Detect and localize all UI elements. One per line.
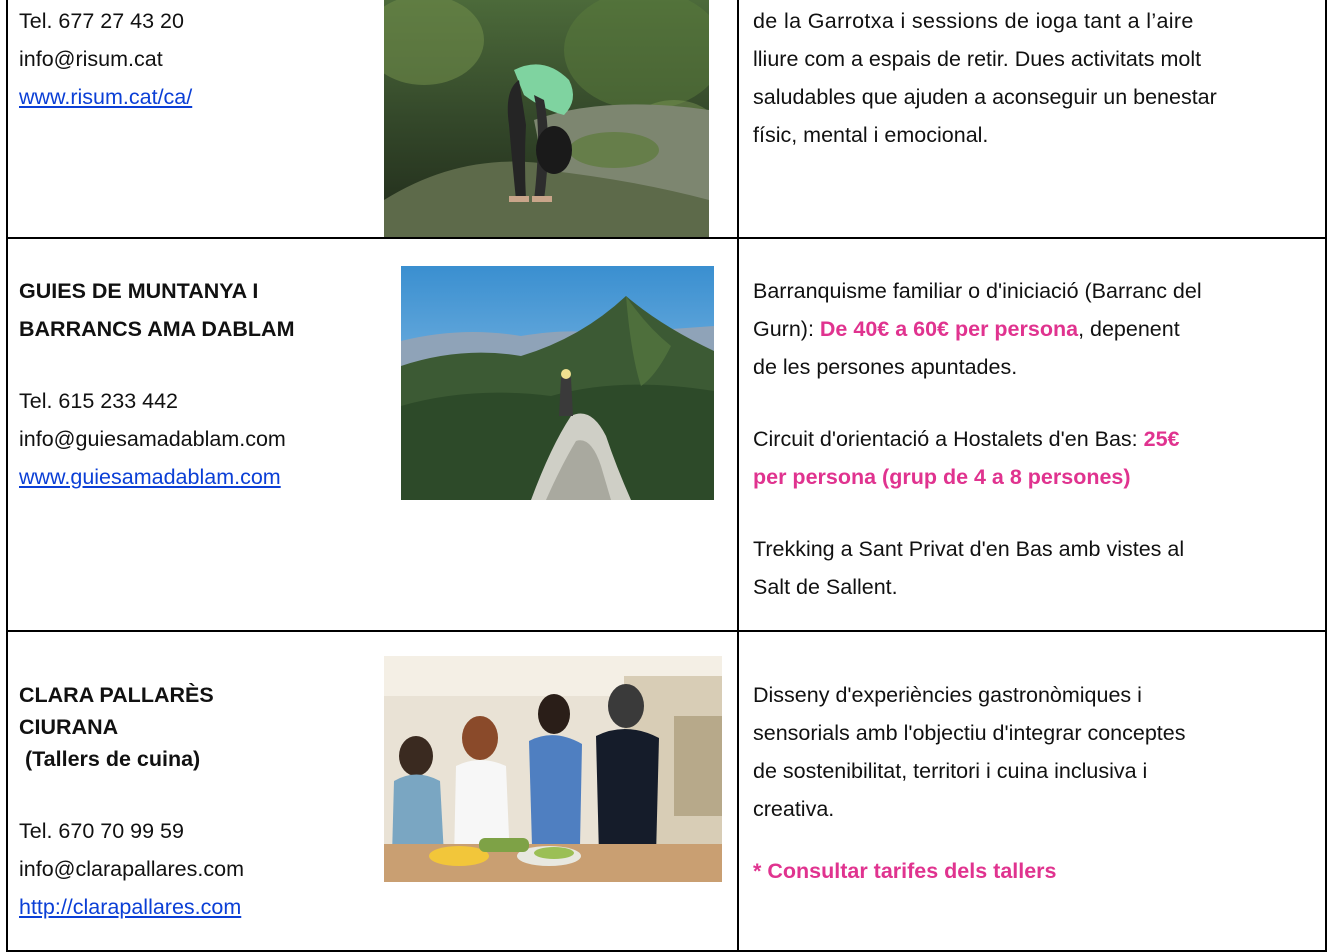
description-line: de sostenibilitat, territori i cuina inc… [753, 759, 1148, 783]
phone-text: Tel. 677 27 43 20 [19, 9, 184, 33]
table-border-right [1325, 0, 1327, 952]
row-divider-1 [6, 237, 1327, 239]
company-name-line: GUIES DE MUNTANYA I [19, 279, 259, 303]
email-text: info@clarapallares.com [19, 857, 244, 881]
email-text: info@guiesamadablam.com [19, 427, 286, 451]
offer-text: , depenent [1078, 317, 1180, 341]
company-name-line: CIURANA [19, 715, 119, 739]
table-border-left [6, 0, 8, 952]
offer-canyoning-line: de les persones apuntades. [753, 355, 1018, 379]
description-line: Disseny d'experiències gastronòmiques i [753, 683, 1142, 707]
price-highlight: 25€ [1143, 427, 1180, 451]
price-highlight: per persona (grup de 4 a 8 persones) [753, 465, 1131, 489]
table-border-middle [737, 0, 739, 952]
offer-orienteering-line: Circuit d'orientació a Hostalets d'en Ba… [753, 424, 1180, 455]
mountain-photo [401, 266, 714, 500]
phone-text: Tel. 615 233 442 [19, 389, 178, 413]
cooking-workshop-photo [384, 656, 722, 882]
company-subtitle: (Tallers de cuina) [19, 747, 201, 771]
company-name-line: CLARA PALLARÈS [19, 683, 214, 707]
offer-trekking-line: Salt de Sallent. [753, 575, 898, 599]
description-line: sensorials amb l'objectiu d'integrar con… [753, 721, 1186, 745]
offer-trekking-line: Trekking a Sant Privat d'en Bas amb vist… [753, 537, 1185, 561]
website-link[interactable]: www.risum.cat/ca/ [19, 82, 192, 113]
description-line: físic, mental i emocional. [753, 123, 989, 147]
yoga-photo [384, 0, 709, 237]
pricing-note: * Consultar tarifes dels tallers [753, 859, 1057, 883]
offer-canyoning-line: Gurn): De 40€ a 60€ per persona, depenen… [753, 314, 1180, 345]
description-line: lliure com a espais de retir. Dues activ… [753, 47, 1202, 71]
description-line: de la Garrotxa i sessions de ioga tant a… [753, 9, 1194, 33]
phone-text: Tel. 670 70 99 59 [19, 819, 184, 843]
description-line: saludables que ajuden a aconseguir un be… [753, 85, 1217, 109]
website-link[interactable]: http://clarapallares.com [19, 892, 241, 923]
row-divider-2 [6, 630, 1327, 632]
email-text: info@risum.cat [19, 47, 163, 71]
company-name-line: BARRANCS AMA DABLAM [19, 317, 295, 341]
offer-text: Circuit d'orientació a Hostalets d'en Ba… [753, 427, 1144, 451]
offer-text: Gurn): [753, 317, 820, 341]
offer-canyoning-line: Barranquisme familiar o d'iniciació (Bar… [753, 279, 1202, 303]
website-link[interactable]: www.guiesamadablam.com [19, 462, 281, 493]
description-line: creativa. [753, 797, 835, 821]
price-highlight: De 40€ a 60€ per persona [819, 317, 1079, 341]
